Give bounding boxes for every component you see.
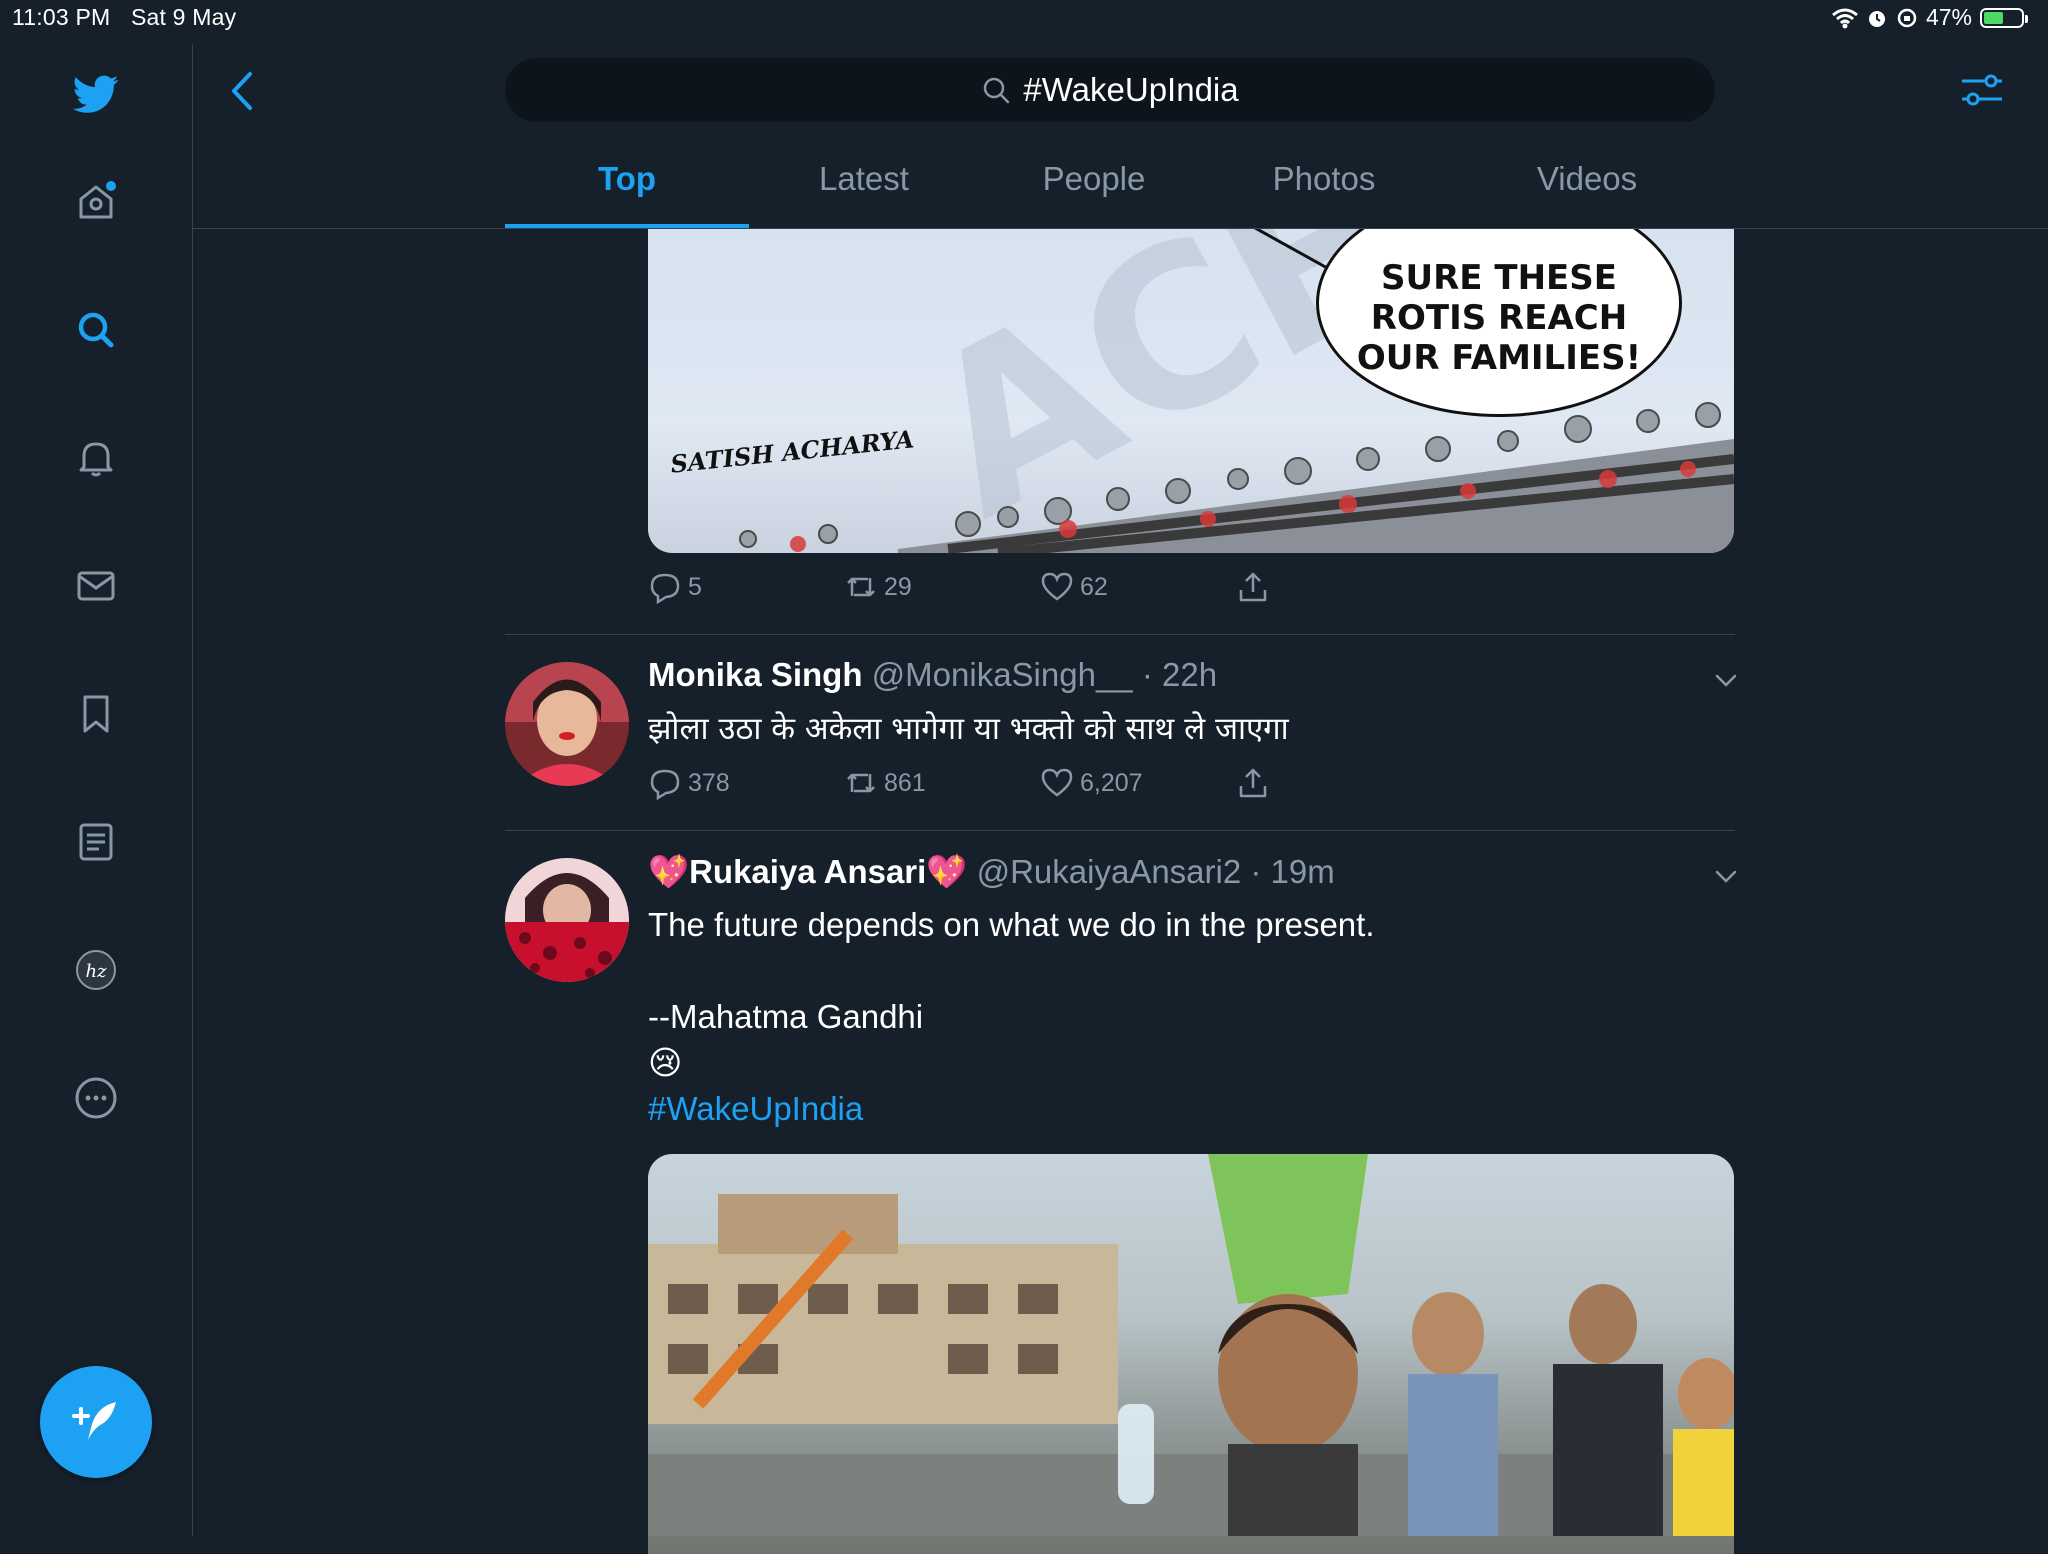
tweet-media-photo[interactable] bbox=[648, 1154, 1734, 1554]
cartoon-caption: SURE THESE ROTIS REACH OUR FAMILIES! bbox=[1356, 258, 1642, 378]
like-button[interactable]: 62 bbox=[1040, 570, 1236, 604]
retweet-count: 29 bbox=[884, 572, 912, 601]
share-icon bbox=[1239, 768, 1267, 798]
avatar[interactable] bbox=[505, 858, 629, 982]
tab-videos[interactable]: Videos bbox=[1439, 160, 1735, 198]
retweet-button[interactable]: 29 bbox=[844, 570, 1040, 604]
user-handle[interactable]: @RukaiyaAnsari2 bbox=[977, 853, 1242, 890]
twitter-logo-icon[interactable] bbox=[66, 64, 126, 124]
tweet-divider bbox=[505, 830, 1735, 831]
tweet-time: 19m bbox=[1270, 853, 1335, 890]
avatar[interactable] bbox=[505, 662, 629, 786]
compose-tweet-icon bbox=[72, 1402, 116, 1440]
crying-face-emoji: 😢 bbox=[648, 1043, 683, 1082]
reply-icon bbox=[650, 573, 680, 604]
tab-photos[interactable]: Photos bbox=[1209, 160, 1439, 198]
like-button[interactable]: 6,207 bbox=[1040, 766, 1236, 800]
tweet-media-cartoon[interactable]: ACHARYA SURE THESE ROTIS REACH OUR FAMIL… bbox=[648, 229, 1734, 553]
battery-percent: 47% bbox=[1925, 4, 1972, 30]
reply-icon bbox=[650, 769, 680, 800]
reply-button[interactable]: 378 bbox=[648, 766, 844, 800]
tweet-text: झोला उठा के अकेला भागेगा या भक्तो को साथ… bbox=[648, 711, 1289, 747]
search-tabs: Top Latest People Photos Videos bbox=[505, 150, 1735, 228]
status-bar-right: 47% bbox=[1831, 4, 2028, 31]
display-name[interactable]: Rukaiya Ansari bbox=[689, 853, 926, 890]
reply-count: 5 bbox=[688, 572, 702, 601]
reply-count: 378 bbox=[688, 768, 730, 797]
lists-icon[interactable] bbox=[66, 812, 126, 872]
svg-text:hz: hz bbox=[85, 961, 107, 982]
tweet-header: 💖Rukaiya Ansari💖 @RukaiyaAnsari2 · 19m bbox=[648, 852, 1335, 891]
chevron-down-icon[interactable] bbox=[1712, 666, 1740, 694]
hashtag-link[interactable]: #WakeUpIndia bbox=[648, 1086, 863, 1132]
tweet-actions: 5 29 62 bbox=[648, 570, 1270, 604]
notifications-icon[interactable] bbox=[66, 428, 126, 488]
tab-people[interactable]: People bbox=[979, 160, 1209, 198]
tweet-time: 22h bbox=[1162, 656, 1218, 693]
battery-icon bbox=[1980, 7, 2028, 28]
compose-tweet-button[interactable] bbox=[40, 1366, 152, 1478]
search-bar[interactable]: #WakeUpIndia bbox=[505, 58, 1715, 122]
retweet-icon bbox=[847, 577, 875, 597]
tab-latest[interactable]: Latest bbox=[749, 160, 979, 198]
tweet-actions: 378 861 6,207 bbox=[648, 766, 1270, 800]
display-name[interactable]: Monika Singh bbox=[648, 656, 863, 693]
messages-icon[interactable] bbox=[66, 556, 126, 616]
explore-icon[interactable] bbox=[66, 300, 126, 360]
bookmarks-icon[interactable] bbox=[66, 684, 126, 744]
status-date: Sat 9 May bbox=[130, 4, 237, 30]
retweet-icon bbox=[847, 773, 875, 793]
sidebar: hz bbox=[0, 44, 193, 1536]
share-button[interactable] bbox=[1236, 766, 1270, 800]
like-count: 62 bbox=[1080, 572, 1108, 601]
sparkling-heart-emoji: 💖 bbox=[926, 852, 968, 891]
rotation-lock-icon bbox=[1897, 8, 1917, 27]
heart-icon bbox=[1041, 768, 1073, 797]
status-bar-left: 11:03 PM Sat 9 May bbox=[12, 4, 250, 31]
back-button[interactable] bbox=[222, 66, 262, 116]
chevron-down-icon[interactable] bbox=[1712, 862, 1740, 890]
wifi-icon bbox=[1831, 8, 1858, 28]
search-query[interactable]: #WakeUpIndia bbox=[1023, 71, 1238, 109]
search-icon bbox=[984, 77, 1010, 104]
tab-top[interactable]: Top bbox=[505, 160, 749, 198]
sparkling-heart-emoji: 💖 bbox=[648, 852, 690, 891]
like-count: 6,207 bbox=[1080, 768, 1143, 797]
tweet-text-quote: The future depends on what we do in the … bbox=[648, 906, 1375, 943]
tweet-header: Monika Singh @MonikaSingh__ · 22h bbox=[648, 656, 1218, 693]
status-time: 11:03 PM bbox=[12, 4, 111, 30]
tweet-text-attribution: --Mahatma Gandhi bbox=[648, 998, 924, 1035]
tweet-divider bbox=[505, 634, 1735, 635]
more-icon[interactable] bbox=[66, 1068, 126, 1128]
reply-button[interactable]: 5 bbox=[648, 570, 844, 604]
heart-icon bbox=[1041, 572, 1073, 601]
share-icon bbox=[1239, 572, 1267, 602]
share-button[interactable] bbox=[1236, 570, 1270, 604]
home-icon[interactable] bbox=[66, 172, 126, 232]
alarm-icon bbox=[1868, 10, 1885, 27]
search-settings-icon[interactable] bbox=[1960, 68, 2004, 112]
retweet-button[interactable]: 861 bbox=[844, 766, 1040, 800]
profile-icon[interactable]: hz bbox=[66, 940, 126, 1000]
retweet-count: 861 bbox=[884, 768, 926, 797]
user-handle[interactable]: @MonikaSingh__ bbox=[872, 656, 1133, 693]
